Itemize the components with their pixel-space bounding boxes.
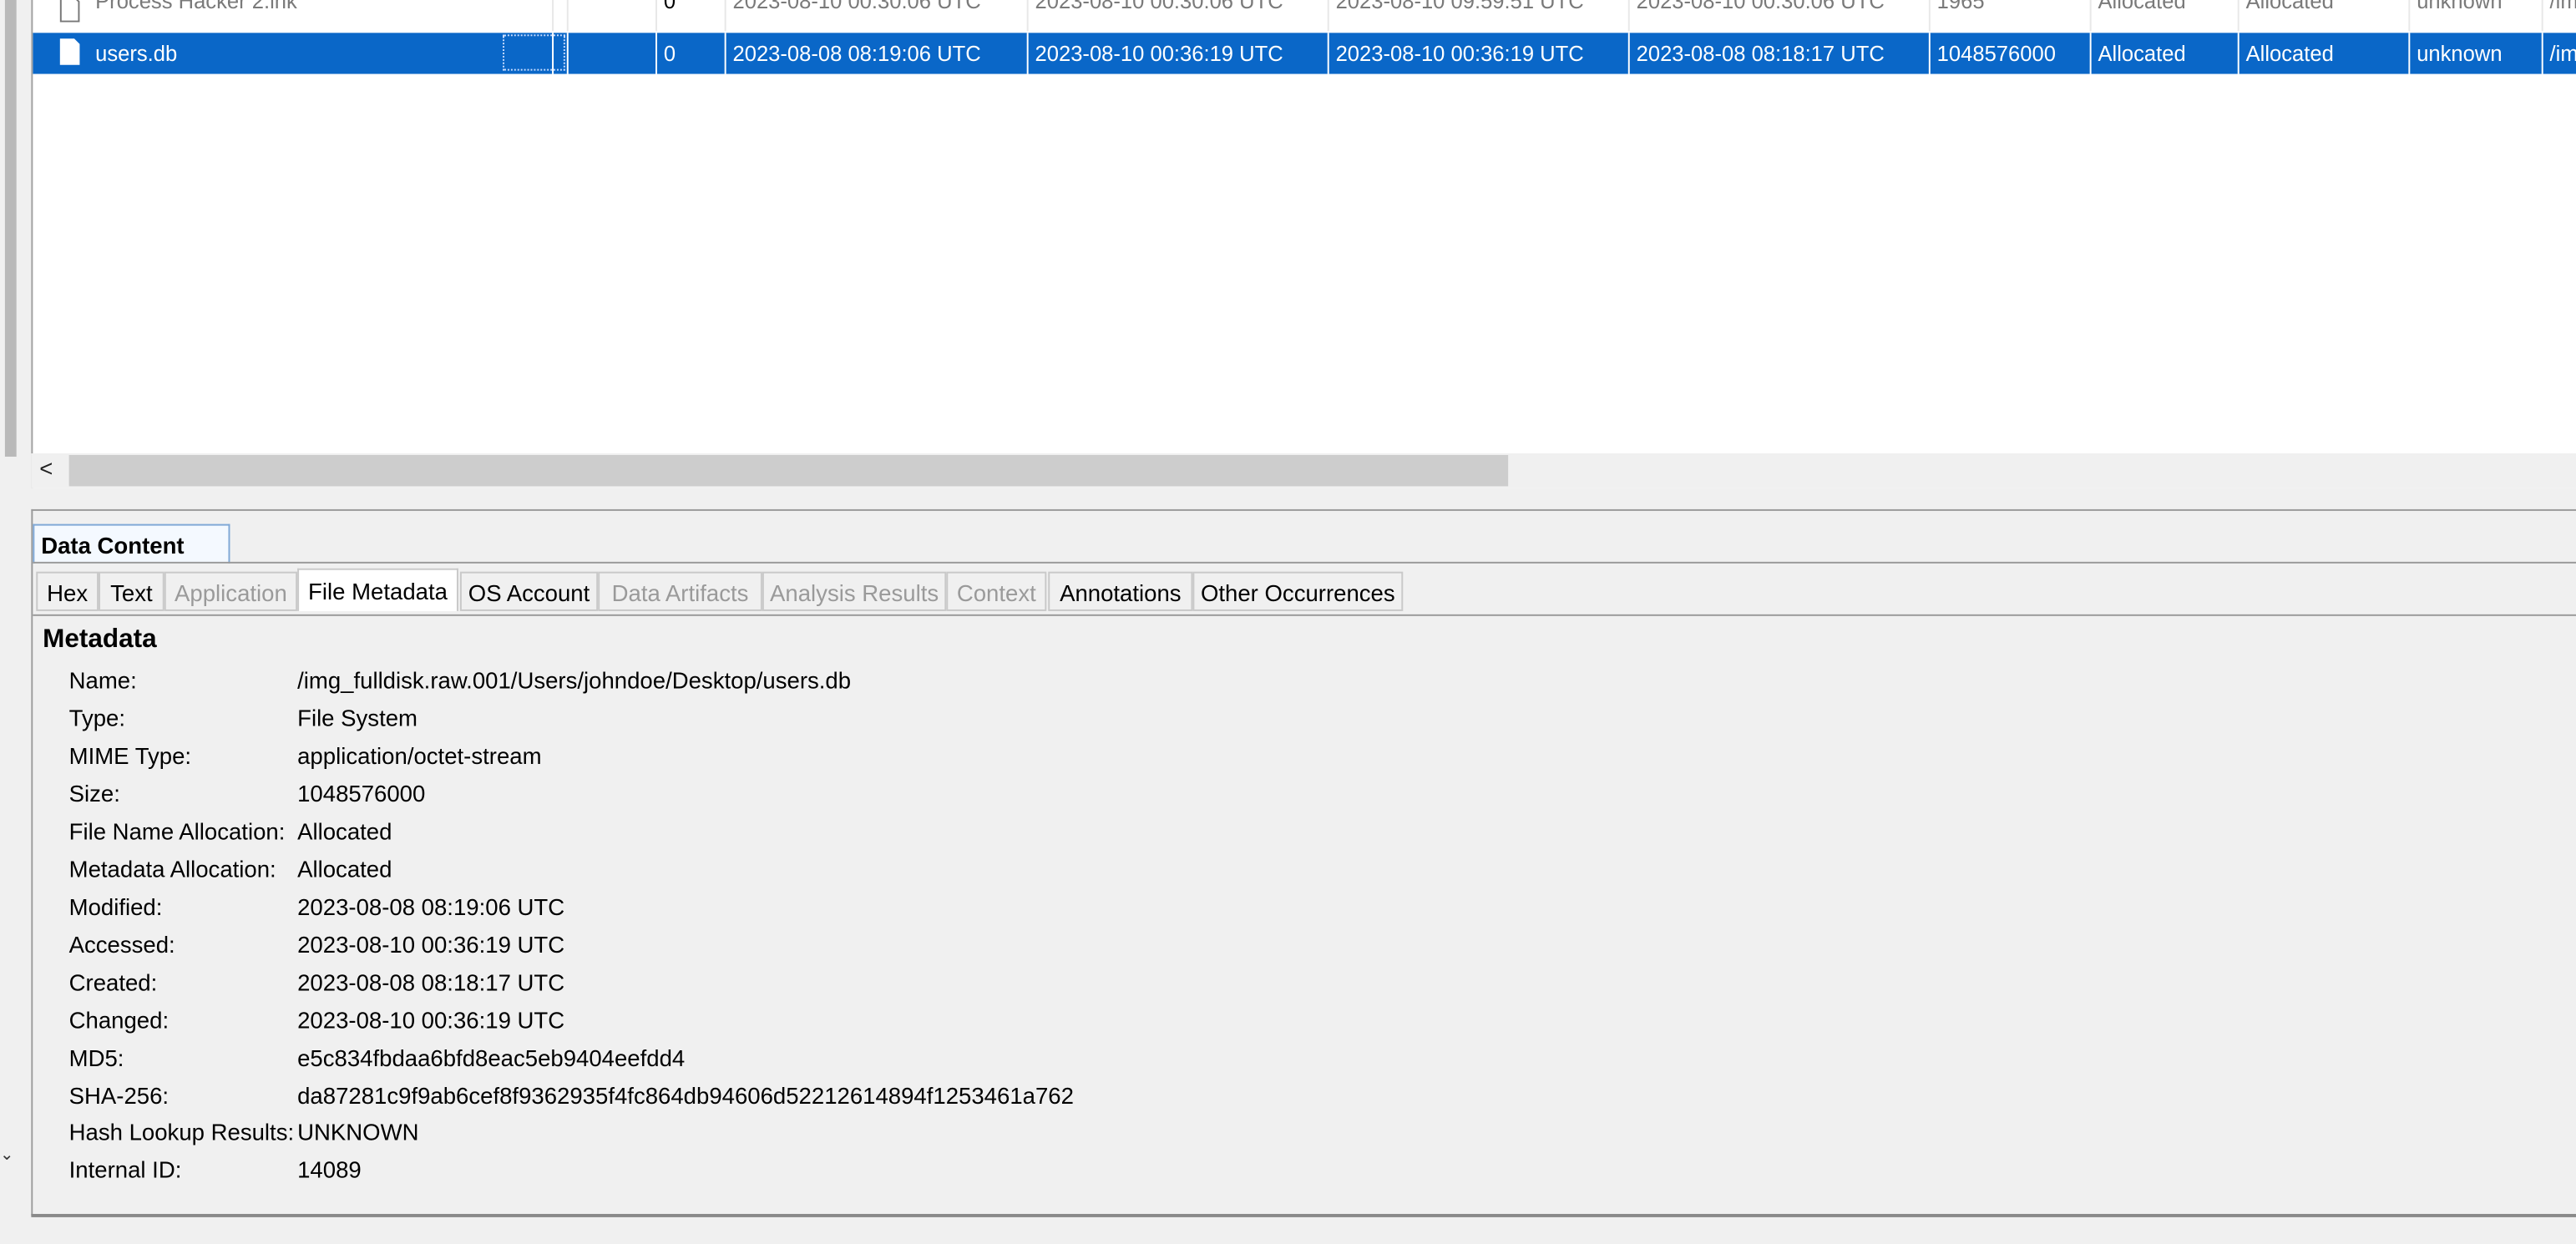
metadata-label: Accessed: xyxy=(68,931,175,958)
metadata-viewer: Metadata Name: /img_fulldisk.raw.001/Use… xyxy=(33,614,2576,1214)
metadata-label: Metadata Allocation: xyxy=(68,856,276,882)
divider xyxy=(33,561,2576,564)
metadata-label: Created: xyxy=(68,968,158,996)
tab-other-occurrences[interactable]: Other Occurrences xyxy=(1192,571,1404,611)
metadata-label: MIME Type: xyxy=(68,742,192,769)
metadata-label: File Name Allocation: xyxy=(68,817,286,845)
tab-os-account[interactable]: OS Account xyxy=(459,571,599,611)
metadata-value: da87281c9f9ab6cef8f9362935f4fc864db94606… xyxy=(297,1082,1074,1110)
chevron-left-icon[interactable]: < xyxy=(39,455,53,481)
cell-flag xyxy=(569,0,657,32)
cell-accessed: 2023-08-10 00:36:19 UTC xyxy=(1329,33,1630,74)
tab-file-metadata[interactable]: File Metadata xyxy=(297,568,458,611)
cell-known: unknown xyxy=(2410,0,2543,32)
data-content-title-tab[interactable]: Data Content xyxy=(33,523,230,564)
metadata-label: Size: xyxy=(68,780,120,807)
cell-known: unknown xyxy=(2410,33,2543,74)
cell-name-allocation: Allocated xyxy=(2092,0,2239,32)
tab-context[interactable]: Context xyxy=(946,571,1047,611)
cell-modified: 2023-08-08 08:19:06 UTC xyxy=(726,33,1029,74)
tab-data-artifacts[interactable]: Data Artifacts xyxy=(598,571,762,611)
cell-modified: 2023-08-10 00:30:06 UTC xyxy=(726,0,1029,32)
cell-size: 1965 xyxy=(1931,0,2092,32)
results-table: Process Hacker 2.lnk 0 2023-08-10 00:30:… xyxy=(31,0,2576,488)
autopsy-window: ⌄ Process Hacker 2.lnk 0 2023-08-10 00:3… xyxy=(0,0,2576,1244)
metadata-value: e5c834fbdaa6bfd8eac5eb9404eefdd4 xyxy=(297,1044,686,1071)
metadata-label: Changed: xyxy=(68,1007,170,1034)
panel-bottom-border xyxy=(31,1213,2576,1217)
metadata-label: Modified: xyxy=(68,893,163,920)
cell-changed: 2023-08-10 00:36:19 UTC xyxy=(1029,33,1329,74)
metadata-value: 1048576000 xyxy=(297,780,426,807)
tab-annotations[interactable]: Annotations xyxy=(1048,571,1193,611)
metadata-value: 2023-08-08 08:18:17 UTC xyxy=(297,968,565,996)
cell-changed: 2023-08-10 00:30:06 UTC xyxy=(1029,0,1329,32)
file-icon xyxy=(59,38,80,65)
metadata-label: SHA-256: xyxy=(68,1082,170,1110)
chevron-down-icon[interactable]: ⌄ xyxy=(0,1146,14,1165)
cell-size: 1048576000 xyxy=(1931,33,2092,74)
metadata-value: Allocated xyxy=(297,817,392,845)
cell-location: /im xyxy=(2543,33,2576,73)
tab-text[interactable]: Text xyxy=(99,571,164,611)
horizontal-scrollbar[interactable]: < xyxy=(31,453,2576,488)
cell-created: 2023-08-08 08:18:17 UTC xyxy=(1630,33,1931,74)
metadata-value: /img_fulldisk.raw.001/Users/johndoe/Desk… xyxy=(297,666,852,694)
cell-accessed: 2023-08-10 09:59:51 UTC xyxy=(1329,0,1630,32)
metadata-label: Name: xyxy=(68,666,137,694)
cell-flag xyxy=(569,33,657,74)
left-gutter: ⌄ xyxy=(0,0,20,1244)
cell-score xyxy=(503,33,569,74)
table-row-selected[interactable]: users.db 0 2023-08-08 08:19:06 UTC 2023-… xyxy=(33,33,2576,74)
metadata-label: MD5: xyxy=(68,1044,124,1071)
cell-count: 0 xyxy=(657,0,726,32)
metadata-value: 14089 xyxy=(297,1156,362,1183)
metadata-value: Allocated xyxy=(297,856,392,882)
metadata-value: UNKNOWN xyxy=(297,1118,419,1145)
metadata-value: 2023-08-10 00:36:19 UTC xyxy=(297,1007,565,1034)
metadata-label: Hash Lookup Results: xyxy=(68,1118,295,1145)
cell-metadata-allocation: Allocated xyxy=(2239,33,2411,74)
metadata-value: File System xyxy=(297,705,418,731)
metadata-value: 2023-08-10 00:36:19 UTC xyxy=(297,931,565,958)
tab-application[interactable]: Application xyxy=(164,571,298,611)
metadata-label: Type: xyxy=(68,705,126,731)
cell-created: 2023-08-10 00:30:06 UTC xyxy=(1630,0,1931,32)
cell-name: users.db xyxy=(89,33,554,74)
cell-location: /im xyxy=(2543,0,2576,31)
cell-name: Process Hacker 2.lnk xyxy=(89,0,554,32)
metadata-value: 2023-08-08 08:19:06 UTC xyxy=(297,893,565,920)
metadata-heading: Metadata xyxy=(43,625,157,655)
cell-metadata-allocation: Allocated xyxy=(2239,0,2411,32)
tab-analysis-results[interactable]: Analysis Results xyxy=(762,571,947,611)
table-row[interactable]: Process Hacker 2.lnk 0 2023-08-10 00:30:… xyxy=(33,0,2576,32)
file-icon xyxy=(59,0,80,23)
horizontal-scrollbar-thumb[interactable] xyxy=(68,454,1509,487)
metadata-value: application/octet-stream xyxy=(297,742,542,769)
vertical-scrollbar-thumb[interactable] xyxy=(4,0,17,457)
cell-score xyxy=(503,0,569,32)
cell-count: 0 xyxy=(657,33,726,74)
metadata-label: Internal ID: xyxy=(68,1156,182,1183)
tab-hex[interactable]: Hex xyxy=(36,571,99,611)
cell-name-allocation: Allocated xyxy=(2092,33,2239,74)
